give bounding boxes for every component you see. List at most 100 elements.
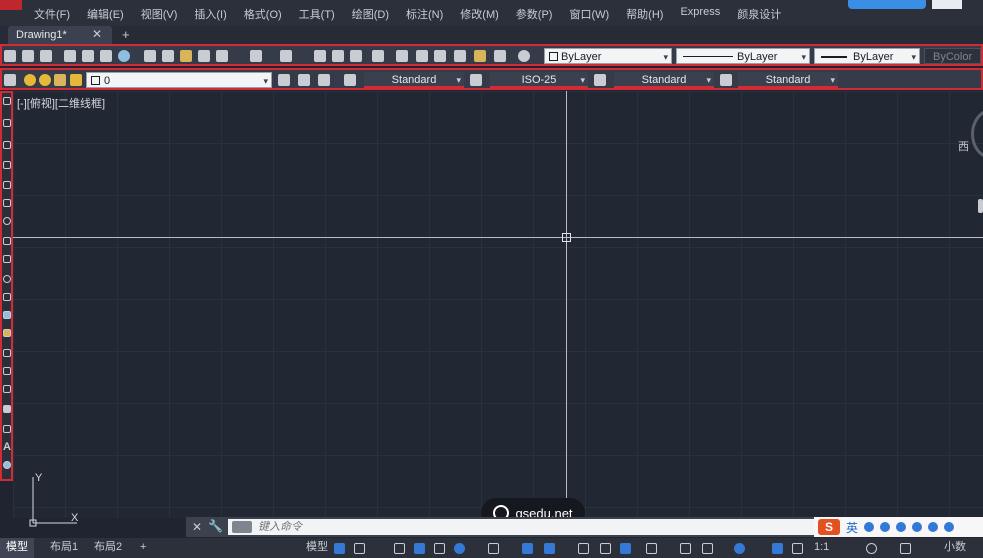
annotation-visibility-icon[interactable] bbox=[772, 543, 783, 554]
menu-format[interactable]: 格式(O) bbox=[244, 6, 282, 22]
close-icon[interactable]: ✕ bbox=[192, 520, 202, 534]
menu-edit[interactable]: 编辑(E) bbox=[87, 6, 124, 22]
new-tab-icon[interactable]: + bbox=[122, 27, 130, 42]
sogou-logo-icon[interactable]: S bbox=[818, 519, 840, 535]
layer-states-icon[interactable] bbox=[318, 74, 330, 86]
dimension-style-combo[interactable]: ISO-25 ▾ bbox=[490, 72, 588, 88]
layer-combo[interactable]: 0 ▾ bbox=[86, 72, 272, 88]
lineweight-combo[interactable]: ByLayer ▾ bbox=[814, 48, 920, 64]
zoom-realtime-icon[interactable] bbox=[332, 50, 344, 62]
line-icon[interactable] bbox=[3, 97, 11, 105]
menu-insert[interactable]: 插入(I) bbox=[194, 6, 226, 22]
lineweight-display-icon[interactable] bbox=[578, 543, 589, 554]
drawing-viewport[interactable]: [-][俯视][二维线框] 西 Y X qsedu.net bbox=[13, 91, 983, 528]
region-icon[interactable] bbox=[3, 405, 11, 413]
ellipse-icon[interactable] bbox=[3, 275, 11, 283]
redo-icon[interactable] bbox=[280, 50, 292, 62]
print-icon[interactable] bbox=[64, 50, 76, 62]
3d-object-snap-icon[interactable] bbox=[646, 543, 657, 554]
gradient-icon[interactable] bbox=[3, 385, 11, 393]
tab-layout1[interactable]: 布局1 bbox=[44, 538, 84, 558]
ime-language-toggle[interactable]: 英 bbox=[846, 519, 858, 536]
emoji-icon[interactable] bbox=[880, 522, 891, 532]
construction-line-icon[interactable] bbox=[3, 119, 11, 127]
tab-layout2[interactable]: 布局2 bbox=[88, 538, 128, 558]
menu-design[interactable]: 颜泉设计 bbox=[737, 6, 781, 22]
menu-dimension[interactable]: 标注(N) bbox=[406, 6, 443, 22]
ortho-icon[interactable] bbox=[434, 543, 445, 554]
keyboard-icon[interactable] bbox=[912, 522, 923, 532]
zoom-window-icon[interactable] bbox=[350, 50, 362, 62]
publish-icon[interactable] bbox=[100, 50, 112, 62]
selection-filter-icon[interactable] bbox=[702, 543, 713, 554]
pan-icon[interactable] bbox=[314, 50, 326, 62]
make-block-icon[interactable] bbox=[3, 329, 11, 337]
account-button[interactable] bbox=[848, 0, 926, 9]
tool-palettes-icon[interactable] bbox=[434, 50, 446, 62]
copy-icon[interactable] bbox=[162, 50, 174, 62]
transparency-icon[interactable] bbox=[600, 543, 611, 554]
snap-icon[interactable] bbox=[354, 543, 365, 554]
polygon-icon[interactable] bbox=[3, 161, 11, 169]
markup-icon[interactable] bbox=[474, 50, 486, 62]
menu-file[interactable]: 文件(F) bbox=[34, 6, 70, 22]
navigation-bar-handle[interactable] bbox=[978, 199, 983, 213]
toolbox-icon[interactable] bbox=[944, 522, 955, 532]
window-control-button[interactable] bbox=[932, 0, 962, 9]
close-icon[interactable]: ✕ bbox=[92, 27, 102, 41]
menu-window[interactable]: 窗口(W) bbox=[569, 6, 609, 22]
add-layout-icon[interactable]: + bbox=[134, 538, 152, 558]
open-file-icon[interactable] bbox=[22, 50, 34, 62]
auto-scale-icon[interactable] bbox=[792, 543, 803, 554]
viewcube-compass-icon[interactable] bbox=[971, 109, 983, 159]
menu-tools[interactable]: 工具(T) bbox=[299, 6, 335, 22]
app-logo-icon[interactable] bbox=[0, 0, 22, 10]
wrench-icon[interactable]: 🔧 bbox=[208, 519, 223, 533]
3d-dwf-icon[interactable] bbox=[118, 50, 130, 62]
cut-icon[interactable] bbox=[144, 50, 156, 62]
match-properties-icon[interactable] bbox=[198, 50, 210, 62]
spline-icon[interactable] bbox=[3, 255, 11, 263]
point-icon[interactable] bbox=[3, 349, 11, 357]
add-selected-icon[interactable] bbox=[3, 461, 11, 469]
polyline-icon[interactable] bbox=[3, 141, 11, 149]
layer-previous-icon[interactable] bbox=[298, 74, 310, 86]
recent-commands-icon[interactable] bbox=[232, 521, 252, 533]
block-editor-icon[interactable] bbox=[216, 50, 228, 62]
annotation-scale[interactable]: 1:1 bbox=[808, 538, 835, 558]
make-current-layer-icon[interactable] bbox=[278, 74, 290, 86]
rectangle-icon[interactable] bbox=[3, 181, 11, 189]
plotstyle-combo[interactable]: ByColor bbox=[924, 48, 981, 64]
multileader-style-combo[interactable]: Standard ▾ bbox=[738, 72, 838, 88]
undo-icon[interactable] bbox=[250, 50, 262, 62]
model-space-button[interactable]: 模型 bbox=[300, 538, 334, 558]
menu-modify[interactable]: 修改(M) bbox=[460, 6, 499, 22]
layer-manager-icon[interactable] bbox=[4, 74, 16, 86]
paste-icon[interactable] bbox=[180, 50, 192, 62]
print-preview-icon[interactable] bbox=[82, 50, 94, 62]
viewport-controls-label[interactable]: [-][俯视][二维线框] bbox=[17, 95, 105, 111]
object-snap-tracking-icon[interactable] bbox=[522, 543, 533, 554]
ellipse-arc-icon[interactable] bbox=[3, 293, 11, 301]
menu-draw[interactable]: 绘图(D) bbox=[352, 6, 389, 22]
tab-model[interactable]: 模型 bbox=[0, 538, 34, 558]
zoom-previous-icon[interactable] bbox=[372, 50, 384, 62]
new-file-icon[interactable] bbox=[4, 50, 16, 62]
plus-icon[interactable] bbox=[900, 543, 911, 554]
polar-tracking-icon[interactable] bbox=[454, 543, 465, 554]
dimension-style-icon[interactable] bbox=[470, 74, 482, 86]
calculator-icon[interactable] bbox=[494, 50, 506, 62]
text-style-icon[interactable] bbox=[344, 74, 356, 86]
revision-cloud-icon[interactable] bbox=[3, 237, 11, 245]
punctuation-icon[interactable] bbox=[864, 522, 875, 532]
dynamic-input-icon[interactable] bbox=[414, 543, 425, 554]
units-display[interactable]: 小数 bbox=[938, 538, 972, 558]
multiline-text-icon[interactable]: A bbox=[3, 442, 11, 453]
color-combo[interactable]: ByLayer ▾ bbox=[544, 48, 672, 64]
menu-help[interactable]: 帮助(H) bbox=[626, 6, 663, 22]
selection-cycling-icon[interactable] bbox=[620, 543, 631, 554]
help-icon[interactable] bbox=[518, 50, 530, 62]
linetype-combo[interactable]: ByLayer ▾ bbox=[676, 48, 810, 64]
isometric-icon[interactable] bbox=[488, 543, 499, 554]
shirt-skin-icon[interactable] bbox=[928, 522, 939, 532]
